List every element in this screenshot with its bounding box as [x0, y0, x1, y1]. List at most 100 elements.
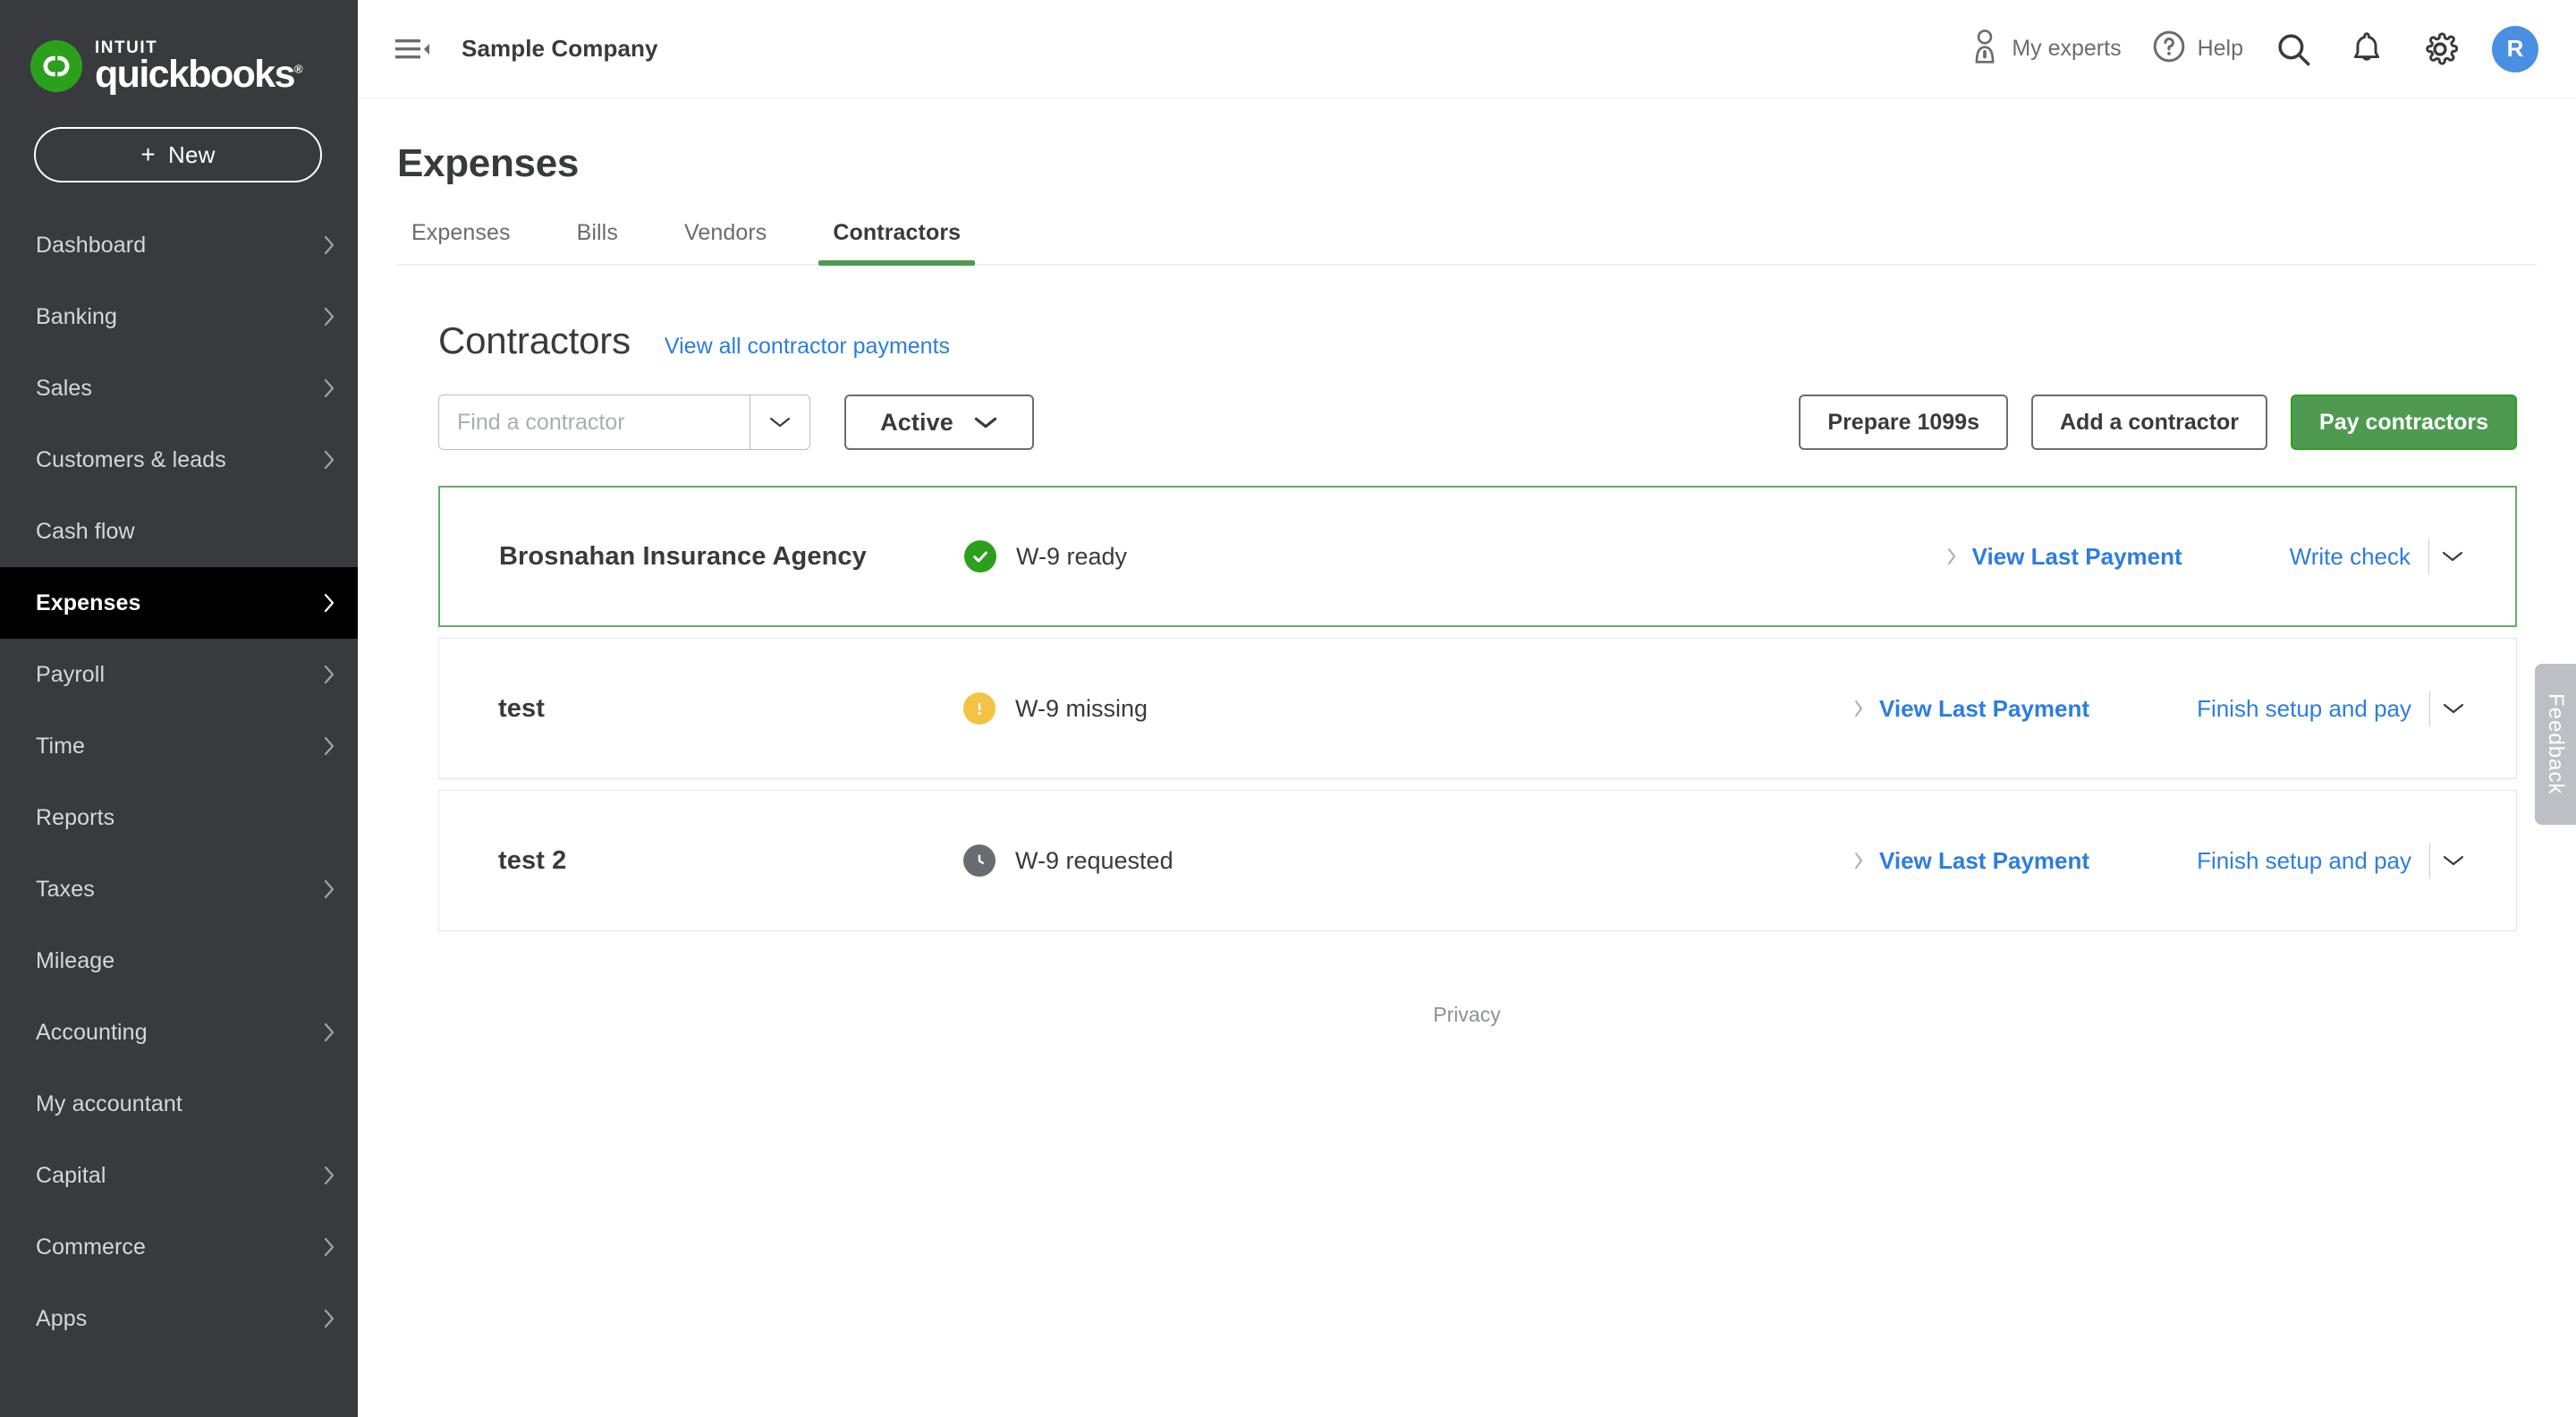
sidebar-item-label: Expenses: [36, 590, 141, 615]
prepare-1099s-button[interactable]: Prepare 1099s: [1799, 395, 2008, 450]
search-combo: [438, 395, 810, 450]
privacy-link[interactable]: Privacy: [397, 1003, 2537, 1027]
section-header: Contractors View all contractor payments: [397, 319, 2537, 362]
menu-toggle-icon[interactable]: [390, 26, 436, 72]
new-button[interactable]: + New: [34, 127, 322, 182]
sidebar-item-mileage[interactable]: Mileage: [0, 925, 358, 997]
quickbooks-wordmark: INTUIT quickbooks®: [95, 39, 303, 97]
chevron-down-icon[interactable]: [2430, 853, 2477, 868]
chevron-right-icon: [320, 1309, 338, 1328]
sidebar-item-label: Capital: [36, 1162, 106, 1188]
row-action-split-button: Finish setup and pay: [2197, 691, 2477, 726]
top-bar: Sample Company My experts Help R: [358, 0, 2576, 98]
tab-vendors[interactable]: Vendors: [670, 220, 781, 264]
my-experts-label: My experts: [2012, 36, 2122, 61]
feedback-label: Feedback: [2544, 693, 2568, 795]
chevron-right-icon: [1852, 698, 1865, 719]
view-last-payment-label: View Last Payment: [1878, 694, 2090, 722]
sidebar-nav: Dashboard Banking Sales Customers & leads Ca…: [0, 209, 358, 1354]
sidebar-item-label: Sales: [36, 375, 93, 401]
view-all-contractor-payments-link[interactable]: View all contractor payments: [665, 334, 950, 360]
notifications-bell-icon[interactable]: [2334, 20, 2399, 79]
tab-contractors[interactable]: Contractors: [818, 220, 975, 266]
chevron-right-icon: [320, 307, 338, 327]
contractor-row[interactable]: test 2 W-9 requested View Last Payment Fini…: [438, 790, 2517, 931]
plus-icon: +: [140, 140, 156, 168]
search-icon[interactable]: [2261, 20, 2326, 79]
chevron-right-icon: [320, 378, 338, 398]
sidebar-item-apps[interactable]: Apps: [0, 1283, 358, 1354]
chevron-down-icon[interactable]: [2430, 701, 2477, 716]
status-missing-icon: [963, 692, 996, 725]
sidebar-item-label: Time: [36, 733, 86, 759]
sidebar-item-label: Commerce: [36, 1234, 147, 1260]
sidebar-item-customers-leads[interactable]: Customers & leads: [0, 424, 358, 496]
contractor-name: test 2: [498, 845, 567, 875]
row-action-label[interactable]: Finish setup and pay: [2197, 695, 2429, 723]
w9-status: W-9 missing: [963, 692, 1148, 725]
sidebar-item-sales[interactable]: Sales: [0, 352, 358, 424]
sidebar-item-label: Taxes: [36, 876, 95, 902]
content-area: Contractors View all contractor payments…: [358, 266, 2576, 1417]
sidebar-item-cash-flow[interactable]: Cash flow: [0, 496, 358, 567]
chevron-right-icon: [320, 450, 338, 470]
tab-bills[interactable]: Bills: [563, 220, 632, 264]
view-last-payment-link[interactable]: View Last Payment: [1852, 695, 2089, 723]
sidebar-item-taxes[interactable]: Taxes: [0, 853, 358, 925]
sidebar-item-payroll[interactable]: Payroll: [0, 639, 358, 710]
sidebar-item-expenses[interactable]: Expenses: [0, 567, 358, 639]
row-action-label[interactable]: Finish setup and pay: [2197, 847, 2429, 875]
contractor-row[interactable]: Brosnahan Insurance Agency W-9 ready View …: [438, 486, 2517, 627]
tab-bar: Expenses Bills Vendors Contractors: [397, 220, 2537, 266]
chevron-down-icon: [973, 415, 998, 430]
sidebar-item-label: Banking: [36, 303, 118, 329]
chevron-down-icon[interactable]: [2429, 549, 2476, 564]
status-label: W-9 ready: [1016, 542, 1128, 570]
gear-icon[interactable]: [2408, 20, 2472, 79]
sidebar-item-reports[interactable]: Reports: [0, 782, 358, 853]
sidebar-item-my-accountant[interactable]: My accountant: [0, 1068, 358, 1140]
sidebar-item-label: Accounting: [36, 1019, 148, 1045]
sidebar-item-label: Reports: [36, 804, 115, 830]
tab-expenses[interactable]: Expenses: [397, 220, 525, 264]
view-last-payment-link[interactable]: View Last Payment: [1945, 543, 2182, 571]
feedback-tab[interactable]: Feedback: [2535, 664, 2576, 825]
row-action-split-button: Write check: [2290, 539, 2476, 574]
sidebar-item-dashboard[interactable]: Dashboard: [0, 209, 358, 281]
sidebar-item-accounting[interactable]: Accounting: [0, 997, 358, 1068]
w9-status: W-9 requested: [963, 844, 1174, 877]
status-filter-select[interactable]: Active: [844, 395, 1034, 450]
chevron-right-icon: [320, 879, 338, 899]
status-label: W-9 missing: [1015, 694, 1148, 722]
avatar[interactable]: R: [2492, 25, 2538, 72]
help-button[interactable]: Help: [2143, 20, 2252, 79]
quickbooks-logo[interactable]: INTUIT quickbooks®: [0, 0, 358, 98]
view-last-payment-link[interactable]: View Last Payment: [1852, 847, 2089, 875]
sidebar-item-commerce[interactable]: Commerce: [0, 1211, 358, 1283]
search-input[interactable]: [438, 395, 750, 450]
sidebar-item-label: Cash flow: [36, 518, 135, 544]
quickbooks-mark-icon: [30, 40, 82, 92]
company-name[interactable]: Sample Company: [462, 35, 658, 63]
add-a-contractor-button[interactable]: Add a contractor: [2031, 395, 2268, 450]
chevron-right-icon: [320, 593, 338, 613]
main-area: Sample Company My experts Help R Expense…: [358, 0, 2576, 1417]
contractor-row[interactable]: test W-9 missing View Last Payment Finish s…: [438, 638, 2517, 779]
sidebar-item-capital[interactable]: Capital: [0, 1140, 358, 1211]
row-action-label[interactable]: Write check: [2290, 543, 2428, 571]
my-experts-button[interactable]: My experts: [1961, 20, 2130, 79]
quickbooks-text: quickbooks®: [95, 53, 303, 97]
sidebar-item-time[interactable]: Time: [0, 710, 358, 782]
sidebar-item-label: Payroll: [36, 661, 106, 687]
chevron-right-icon: [320, 665, 338, 684]
sidebar-item-banking[interactable]: Banking: [0, 281, 358, 352]
chevron-down-icon: [769, 417, 791, 428]
section-title: Contractors: [438, 319, 631, 361]
chevron-right-icon: [320, 1022, 338, 1042]
search-dropdown-toggle[interactable]: [750, 395, 810, 450]
pay-contractors-button[interactable]: Pay contractors: [2291, 395, 2517, 450]
sidebar: INTUIT quickbooks® + New Dashboard Bankin…: [0, 0, 358, 1417]
sidebar-item-label: Dashboard: [36, 232, 147, 258]
person-icon: [1970, 29, 2000, 69]
contractors-list: Brosnahan Insurance Agency W-9 ready View …: [397, 486, 2537, 931]
